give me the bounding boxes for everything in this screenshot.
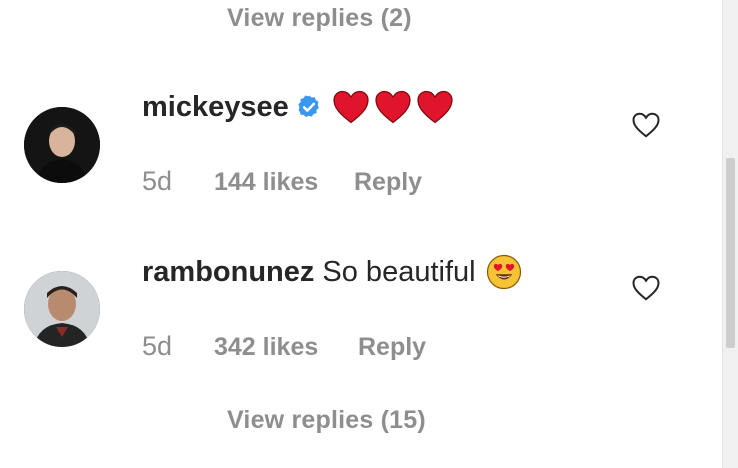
- comment-content: rambonunez So beautiful: [142, 254, 522, 290]
- verified-badge-icon: [296, 94, 322, 120]
- avatar[interactable]: [24, 271, 100, 347]
- scrollbar-thumb[interactable]: [726, 158, 735, 348]
- scrollbar[interactable]: [722, 0, 738, 468]
- comment-age: 5d: [142, 331, 173, 361]
- comment-meta: 5d 144 likes Reply: [142, 166, 442, 200]
- view-replies-button[interactable]: View replies (15): [227, 406, 426, 435]
- comment-meta: 5d 342 likes Reply: [142, 331, 442, 365]
- likes-count[interactable]: 144 likes: [214, 168, 318, 197]
- avatar-image: [24, 107, 100, 183]
- reply-button[interactable]: Reply: [354, 168, 422, 197]
- heart-eyes-emoji: [486, 254, 522, 290]
- avatar[interactable]: [24, 107, 100, 183]
- comment-text: So beautiful: [322, 255, 476, 288]
- comment-age: 5d: [142, 166, 173, 196]
- red-heart-emoji: [332, 90, 454, 124]
- comment-content: mickeysee: [142, 90, 454, 124]
- reply-button[interactable]: Reply: [358, 333, 426, 362]
- comments-panel: View replies (2) mickeysee 5d 144 likes …: [0, 0, 722, 468]
- avatar-image: [24, 271, 100, 347]
- heart-outline-icon[interactable]: [631, 111, 661, 139]
- view-replies-button[interactable]: View replies (2): [227, 4, 412, 33]
- likes-count[interactable]: 342 likes: [214, 333, 318, 362]
- heart-outline-icon[interactable]: [631, 274, 661, 302]
- comment-username[interactable]: rambonunez: [142, 256, 314, 289]
- comment-username[interactable]: mickeysee: [142, 91, 289, 124]
